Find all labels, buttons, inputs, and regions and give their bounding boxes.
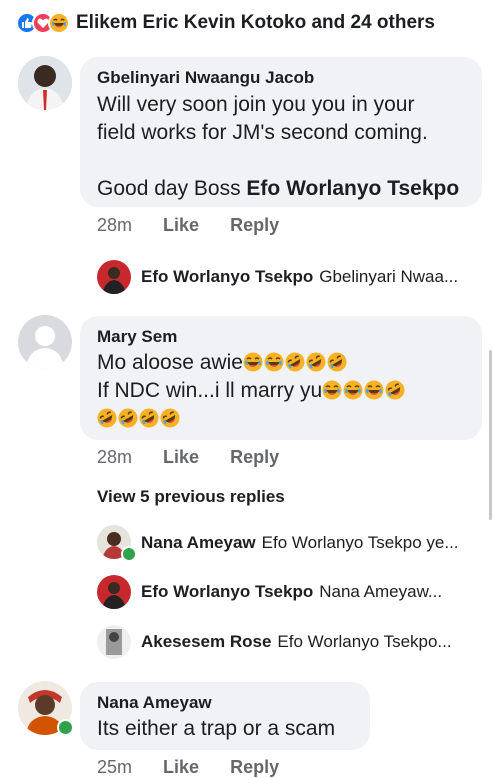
rofl-emoji-icon [97,408,117,428]
rofl-emoji-icon [118,408,138,428]
reply-author[interactable]: Efo Worlanyo Tsekpo [141,267,313,287]
comment-meta: 25m Like Reply [97,757,305,778]
comment-line-text: If NDC win...i ll marry yu [97,379,323,402]
avatar[interactable] [18,315,72,369]
comment-bubble: Mary Sem Mo aloose awie If NDC win...i l… [80,316,482,440]
timestamp[interactable]: 28m [97,447,132,467]
comment-line: If NDC win...i ll marry yu [97,377,477,405]
avatar[interactable] [97,625,131,659]
avatar[interactable] [97,575,131,609]
avatar[interactable] [18,56,72,110]
reply-button[interactable]: Reply [230,757,279,777]
laugh-emoji-icon [364,380,384,400]
laugh-emoji-icon [264,352,284,372]
comment-line: Good day Boss Efo Worlanyo Tsekpo [97,175,477,203]
comment-bubble: Nana Ameyaw Its either a trap or a scam [80,682,370,750]
laugh-emoji-icon [243,352,263,372]
reply-snippet: Efo Worlanyo Tsekpo... [277,632,452,651]
timestamp[interactable]: 25m [97,757,132,777]
reply-button[interactable]: Reply [230,215,279,235]
reaction-summary[interactable]: Elikem Eric Kevin Kotoko and 24 others [16,10,435,36]
reply-author[interactable]: Nana Ameyaw [141,533,256,553]
reply-snippet: Nana Ameyaw... [319,582,443,601]
laugh-emoji-icon [343,380,363,400]
reply-snippet: Gbelinyari Nwaa... [319,267,459,286]
view-previous-replies-link[interactable]: View 5 previous replies [97,487,285,507]
haha-icon [48,12,70,34]
laugh-emoji-icon [322,380,342,400]
reply-button[interactable]: Reply [230,447,279,467]
comment-meta: 28m Like Reply [97,215,305,236]
mention-link[interactable]: Efo Worlanyo Tsekpo [246,177,459,200]
avatar[interactable] [97,260,131,294]
reply-preview[interactable]: Efo Worlanyo Tsekpo Nana Ameyaw... [141,582,442,602]
rofl-emoji-icon [385,380,405,400]
comment-text: Its either a trap or a scam [97,717,336,740]
rofl-emoji-icon [306,352,326,372]
comment-text: Will very soon join you you in your fiel… [97,91,477,203]
comment-author[interactable]: Gbelinyari Nwaangu Jacob [97,68,314,88]
rofl-emoji-icon [327,352,347,372]
comment-line: Mo aloose awie [97,349,477,377]
online-status-icon [121,546,137,562]
comment-line: Will very soon join you you in your [97,93,415,116]
reply-author[interactable]: Akesesem Rose [141,632,271,652]
reply-preview[interactable]: Akesesem Rose Efo Worlanyo Tsekpo... [141,632,452,652]
reply-snippet: Efo Worlanyo Tsekpo ye... [261,533,459,552]
comment-author[interactable]: Nana Ameyaw [97,693,212,713]
reply-preview[interactable]: Nana Ameyaw Efo Worlanyo Tsekpo ye... [141,533,459,553]
comment-line: field works for JM's second coming. [97,121,428,144]
reply-preview[interactable]: Efo Worlanyo Tsekpo Gbelinyari Nwaa... [141,267,458,287]
comment-meta: 28m Like Reply [97,447,305,468]
rofl-emoji-icon [285,352,305,372]
comment-line-text: Mo aloose awie [97,351,243,374]
comment-blank-line [97,147,477,175]
comment-emoji-line [97,405,477,433]
reaction-summary-text[interactable]: Elikem Eric Kevin Kotoko and 24 others [76,12,435,34]
like-button[interactable]: Like [163,447,199,467]
scrollbar[interactable] [489,350,492,520]
rofl-emoji-icon [139,408,159,428]
timestamp[interactable]: 28m [97,215,132,235]
comment-bubble: Gbelinyari Nwaangu Jacob Will very soon … [80,57,482,207]
like-button[interactable]: Like [163,215,199,235]
reply-author[interactable]: Efo Worlanyo Tsekpo [141,582,313,602]
comment-author[interactable]: Mary Sem [97,327,177,347]
comment-line-prefix: Good day Boss [97,177,247,200]
comment-text: Mo aloose awie If NDC win...i ll marry y… [97,349,477,433]
online-status-icon [57,719,74,736]
like-button[interactable]: Like [163,757,199,777]
rofl-emoji-icon [160,408,180,428]
